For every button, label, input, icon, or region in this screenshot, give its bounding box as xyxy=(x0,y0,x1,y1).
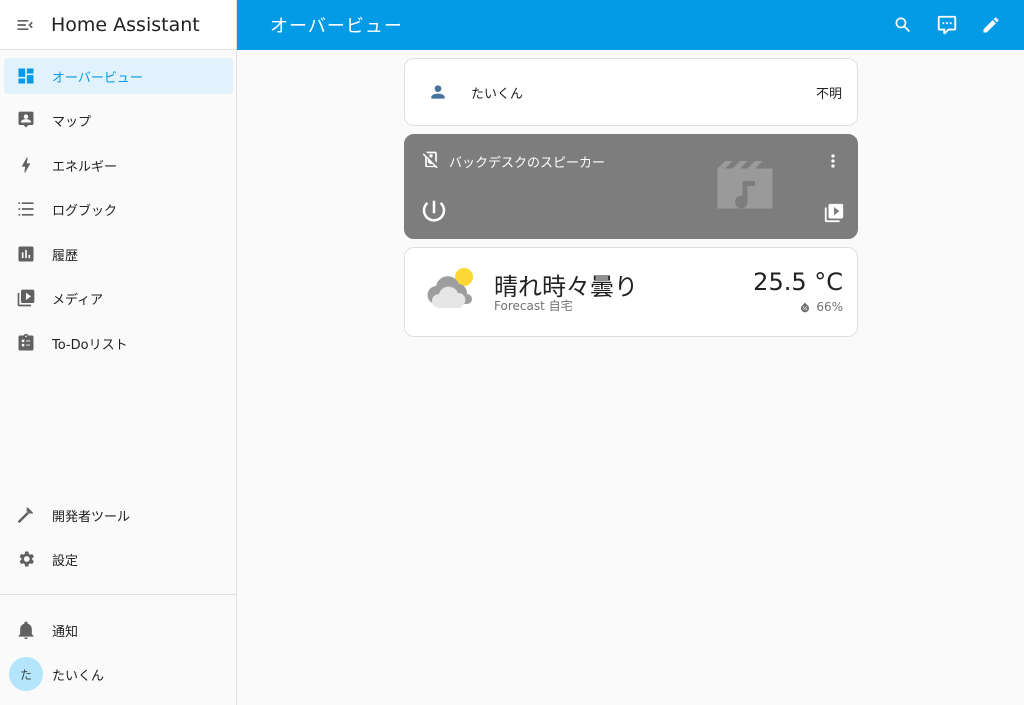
sidebar-item-label: 通知 xyxy=(52,624,79,640)
sidebar-item-media[interactable]: メディア xyxy=(4,280,233,316)
sidebar: Home Assistant オーバービュー マップ エネルギー ログブック 履… xyxy=(0,0,237,705)
sidebar-item-label: To-Doリスト xyxy=(52,337,128,353)
speaker-off-icon xyxy=(422,151,438,169)
media-player-name: バックデスクのスピーカー xyxy=(449,156,606,171)
menu-collapse-icon xyxy=(17,19,33,30)
account-icon xyxy=(431,85,445,99)
sidebar-item-todo[interactable]: To-Doリスト xyxy=(4,325,233,361)
pencil-icon xyxy=(983,17,999,33)
app-title: Home Assistant xyxy=(51,13,200,36)
hammer-icon xyxy=(17,507,34,524)
bell-icon xyxy=(18,621,34,640)
sidebar-toggle-button[interactable] xyxy=(0,0,50,50)
browse-media-button[interactable] xyxy=(823,202,845,228)
music-placeholder-icon xyxy=(717,161,773,209)
sidebar-item-label: ログブック xyxy=(52,203,118,219)
person-state: 不明 xyxy=(815,86,842,102)
sidebar-item-label: 開発者ツール xyxy=(52,509,131,525)
person-name: たいくん xyxy=(471,86,524,102)
search-icon xyxy=(895,17,910,33)
sidebar-item-label: オーバービュー xyxy=(52,70,143,86)
sidebar-item-history[interactable]: 履歴 xyxy=(4,236,233,272)
power-button[interactable] xyxy=(419,197,449,231)
media-icon xyxy=(17,289,35,307)
dots-vertical-icon xyxy=(831,154,835,168)
assist-button[interactable] xyxy=(925,3,969,47)
sidebar-item-settings[interactable]: 設定 xyxy=(4,541,233,577)
media-control-card: バックデスクのスピーカー xyxy=(404,134,858,239)
sidebar-item-map[interactable]: マップ xyxy=(4,102,233,138)
edit-dashboard-button[interactable] xyxy=(969,3,1013,47)
weather-temperature: 25.5 °C xyxy=(753,268,843,296)
more-options-button[interactable] xyxy=(823,151,843,175)
sidebar-item-label: たいくん xyxy=(52,668,105,684)
app-header: オーバービュー xyxy=(237,0,1024,50)
gear-icon xyxy=(19,551,34,567)
logbook-icon xyxy=(18,202,34,216)
map-icon xyxy=(18,111,34,128)
partly-cloudy-icon xyxy=(427,268,473,308)
history-icon xyxy=(18,246,34,262)
power-icon xyxy=(422,200,446,222)
avatar: た xyxy=(9,657,43,691)
sidebar-item-notifications[interactable]: 通知 xyxy=(4,612,233,648)
dashboard-icon xyxy=(18,68,34,84)
person-entity-card[interactable]: たいくん 不明 xyxy=(404,58,858,126)
page-title: オーバービュー xyxy=(270,16,403,37)
sidebar-divider xyxy=(0,594,236,595)
weather-humidity-value: 66% xyxy=(816,300,843,314)
weather-forecast-card[interactable]: 晴れ時々曇り Forecast 自宅 25.5 °C 66% xyxy=(404,247,858,337)
sidebar-item-label: エネルギー xyxy=(52,159,118,175)
sidebar-item-overview[interactable]: オーバービュー xyxy=(4,58,233,94)
sidebar-item-energy[interactable]: エネルギー xyxy=(4,147,233,183)
comment-processing-icon xyxy=(937,15,957,35)
energy-icon xyxy=(21,157,31,173)
sidebar-item-user[interactable]: た たいくん xyxy=(4,656,233,692)
weather-humidity: 66% xyxy=(799,300,843,314)
sidebar-item-logbook[interactable]: ログブック xyxy=(4,191,233,227)
play-box-multiple-icon xyxy=(824,203,844,223)
sidebar-item-developer-tools[interactable]: 開発者ツール xyxy=(4,497,233,533)
sidebar-item-label: 設定 xyxy=(52,553,79,569)
search-button[interactable] xyxy=(881,3,925,47)
sidebar-item-label: メディア xyxy=(52,292,104,308)
water-percent-icon xyxy=(801,302,810,313)
todo-icon xyxy=(18,333,34,351)
sidebar-item-label: 履歴 xyxy=(52,248,79,264)
weather-location: Forecast 自宅 xyxy=(494,299,573,313)
sidebar-header: Home Assistant xyxy=(0,0,236,50)
sidebar-item-label: マップ xyxy=(52,114,92,130)
